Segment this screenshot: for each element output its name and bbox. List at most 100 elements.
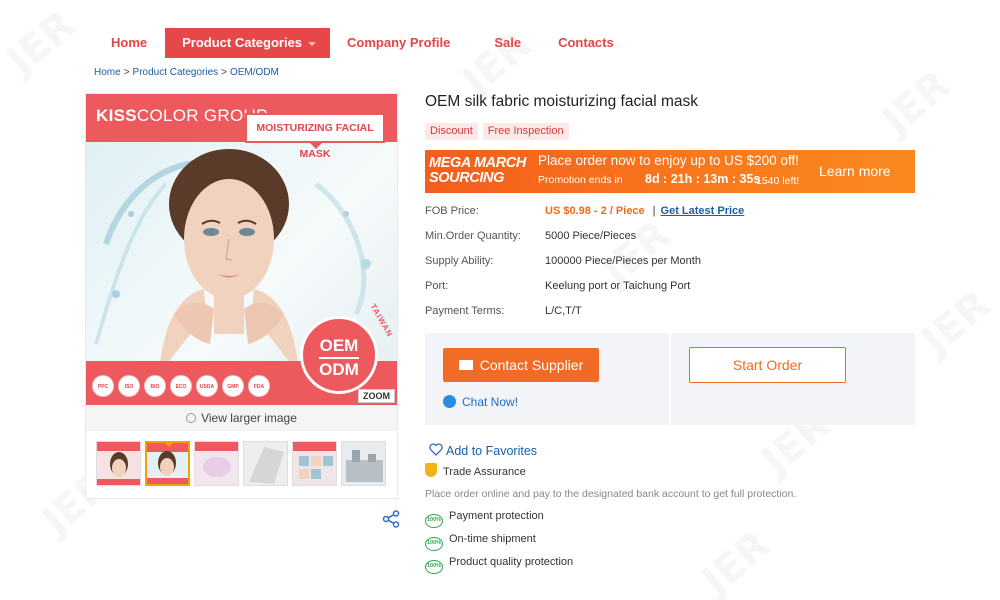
fob-price-value: US $0.98 - 2 / Piece bbox=[545, 205, 645, 217]
cert-icon: ISO bbox=[118, 375, 140, 397]
port-value: Keelung port or Taichung Port bbox=[545, 280, 691, 292]
contact-supplier-button[interactable]: Contact Supplier bbox=[443, 348, 599, 382]
fob-price-row: US $0.98 - 2 / Piece | Get Latest Price bbox=[545, 205, 744, 217]
view-larger-label: View larger image bbox=[201, 411, 297, 425]
certification-logos: PPC ISO BIO ECO USDA GMP FDA bbox=[92, 375, 270, 397]
get-latest-price-link[interactable]: Get Latest Price bbox=[661, 205, 745, 217]
thumb-mask bbox=[203, 457, 231, 477]
nav-contacts[interactable]: Contacts bbox=[541, 28, 631, 58]
add-to-favorites[interactable]: Add to Favorites bbox=[429, 443, 537, 458]
thumb-face bbox=[110, 452, 128, 477]
promo-logo-line2: SOURCING bbox=[429, 170, 504, 186]
add-to-favorites-label: Add to Favorites bbox=[446, 444, 538, 458]
product-tag: MOISTURIZING FACIAL MASK bbox=[245, 113, 385, 160]
chat-now-link[interactable]: Chat Now! bbox=[443, 395, 518, 409]
promo-logo: MEGA MARCH SOURCING bbox=[429, 156, 526, 186]
nav-product-categories[interactable]: Product Categories bbox=[165, 28, 331, 58]
heart-icon bbox=[429, 443, 443, 456]
share-icon[interactable] bbox=[382, 510, 400, 528]
separator: | bbox=[652, 205, 656, 217]
odm-label: ODM bbox=[319, 360, 359, 379]
product-title: OEM silk fabric moisturizing facial mask bbox=[425, 93, 699, 110]
thumbnail[interactable] bbox=[194, 441, 239, 486]
protection-label: Payment protection bbox=[449, 510, 544, 522]
breadcrumb-product-categories[interactable]: Product Categories bbox=[133, 67, 219, 78]
promo-banner[interactable]: MEGA MARCH SOURCING Place order now to e… bbox=[425, 150, 915, 193]
promo-logo-line1: MEGA MARCH bbox=[429, 155, 526, 171]
contact-supplier-label: Contact Supplier bbox=[479, 357, 584, 373]
check-100-icon: 100% bbox=[425, 537, 443, 551]
nav-home[interactable]: Home bbox=[95, 28, 165, 58]
breadcrumb-home[interactable]: Home bbox=[94, 67, 121, 78]
protection-note: Place order online and pay to the design… bbox=[425, 488, 797, 500]
oem-label: OEM bbox=[319, 336, 359, 355]
port-label: Port: bbox=[425, 280, 449, 292]
thumbnail[interactable] bbox=[96, 441, 141, 486]
breadcrumb-current[interactable]: OEM/ODM bbox=[230, 67, 279, 78]
supply-label: Supply Ability: bbox=[425, 255, 494, 267]
mail-icon bbox=[458, 360, 473, 370]
promo-left-count: 1540 left! bbox=[756, 175, 800, 187]
zoom-label[interactable]: ZOOM bbox=[358, 389, 395, 403]
cert-icon: ECO bbox=[170, 375, 192, 397]
zoom-in-icon bbox=[186, 413, 197, 423]
thumbnail[interactable] bbox=[341, 441, 386, 486]
oem-odm-badge: OEM ODM bbox=[300, 316, 378, 394]
payment-terms-value: L/C,T/T bbox=[545, 305, 582, 317]
thumb-factory bbox=[346, 450, 383, 482]
cert-icon: GMP bbox=[222, 375, 244, 397]
thumbnail-strip bbox=[96, 441, 386, 486]
protection-item: 100% Product quality protection bbox=[425, 556, 573, 574]
promo-message: Place order now to enjoy up to US $200 o… bbox=[538, 153, 799, 168]
brand-strong: KISS bbox=[96, 106, 137, 125]
thumb-steps bbox=[299, 456, 333, 479]
check-100-icon: 100% bbox=[425, 514, 443, 528]
model-face bbox=[159, 149, 299, 374]
thumb-face bbox=[158, 451, 176, 476]
payment-terms-label: Payment Terms: bbox=[425, 305, 505, 317]
chat-now-label: Chat Now! bbox=[462, 395, 519, 409]
promo-countdown: 8d : 21h : 13m : 35s bbox=[645, 172, 761, 186]
breadcrumb-separator: > bbox=[221, 67, 227, 78]
badge-free-inspection: Free Inspection bbox=[482, 123, 569, 140]
start-order-button[interactable]: Start Order bbox=[689, 347, 846, 383]
brand-logo: KISSCOLOR GROUP bbox=[96, 106, 268, 126]
view-larger-image[interactable]: View larger image bbox=[86, 405, 397, 431]
breadcrumb: Home > Product Categories > OEM/ODM bbox=[94, 67, 279, 78]
cert-icon: USDA bbox=[196, 375, 218, 397]
trade-assurance: Trade Assurance bbox=[425, 463, 526, 478]
check-100-icon: 100% bbox=[425, 560, 443, 574]
protection-item: 100% Payment protection bbox=[425, 510, 544, 528]
thumbnail-selected[interactable] bbox=[145, 441, 190, 486]
moq-label: Min.Order Quantity: bbox=[425, 230, 521, 242]
shield-icon bbox=[425, 463, 437, 477]
supply-value: 100000 Piece/Pieces per Month bbox=[545, 255, 701, 267]
trade-assurance-label: Trade Assurance bbox=[443, 466, 526, 478]
thumbnail[interactable] bbox=[243, 441, 288, 486]
cert-icon: FDA bbox=[248, 375, 270, 397]
nav-sale[interactable]: Sale bbox=[477, 28, 541, 58]
breadcrumb-separator: > bbox=[123, 67, 130, 78]
action-panel: Contact Supplier Start Order Chat Now! bbox=[425, 333, 915, 425]
cert-icon: PPC bbox=[92, 375, 114, 397]
chat-icon bbox=[443, 395, 456, 408]
nav-company-profile[interactable]: Company Profile bbox=[330, 28, 477, 58]
thumbnail[interactable] bbox=[292, 441, 337, 486]
fob-price-label: FOB Price: bbox=[425, 205, 479, 217]
product-badges: Discount Free Inspection bbox=[425, 123, 569, 140]
chevron-down-icon bbox=[308, 41, 317, 46]
protection-item: 100% On-time shipment bbox=[425, 533, 536, 551]
cert-icon: BIO bbox=[144, 375, 166, 397]
panel-divider bbox=[669, 333, 671, 425]
product-gallery: KISSCOLOR GROUP MOISTURIZING FACIAL MASK… bbox=[85, 93, 398, 499]
main-nav: Home Product Categories Company Profile … bbox=[95, 28, 631, 58]
thumb-fabric bbox=[249, 447, 284, 484]
moq-value: 5000 Piece/Pieces bbox=[545, 230, 637, 242]
promo-ends-label: Promotion ends in bbox=[538, 174, 623, 186]
main-product-image[interactable]: KISSCOLOR GROUP MOISTURIZING FACIAL MASK… bbox=[86, 94, 397, 405]
learn-more-link[interactable]: Learn more bbox=[819, 163, 891, 179]
protection-label: Product quality protection bbox=[449, 556, 574, 568]
badge-discount: Discount bbox=[425, 123, 478, 140]
nav-product-categories-label: Product Categories bbox=[182, 35, 303, 50]
protection-label: On-time shipment bbox=[449, 533, 536, 545]
